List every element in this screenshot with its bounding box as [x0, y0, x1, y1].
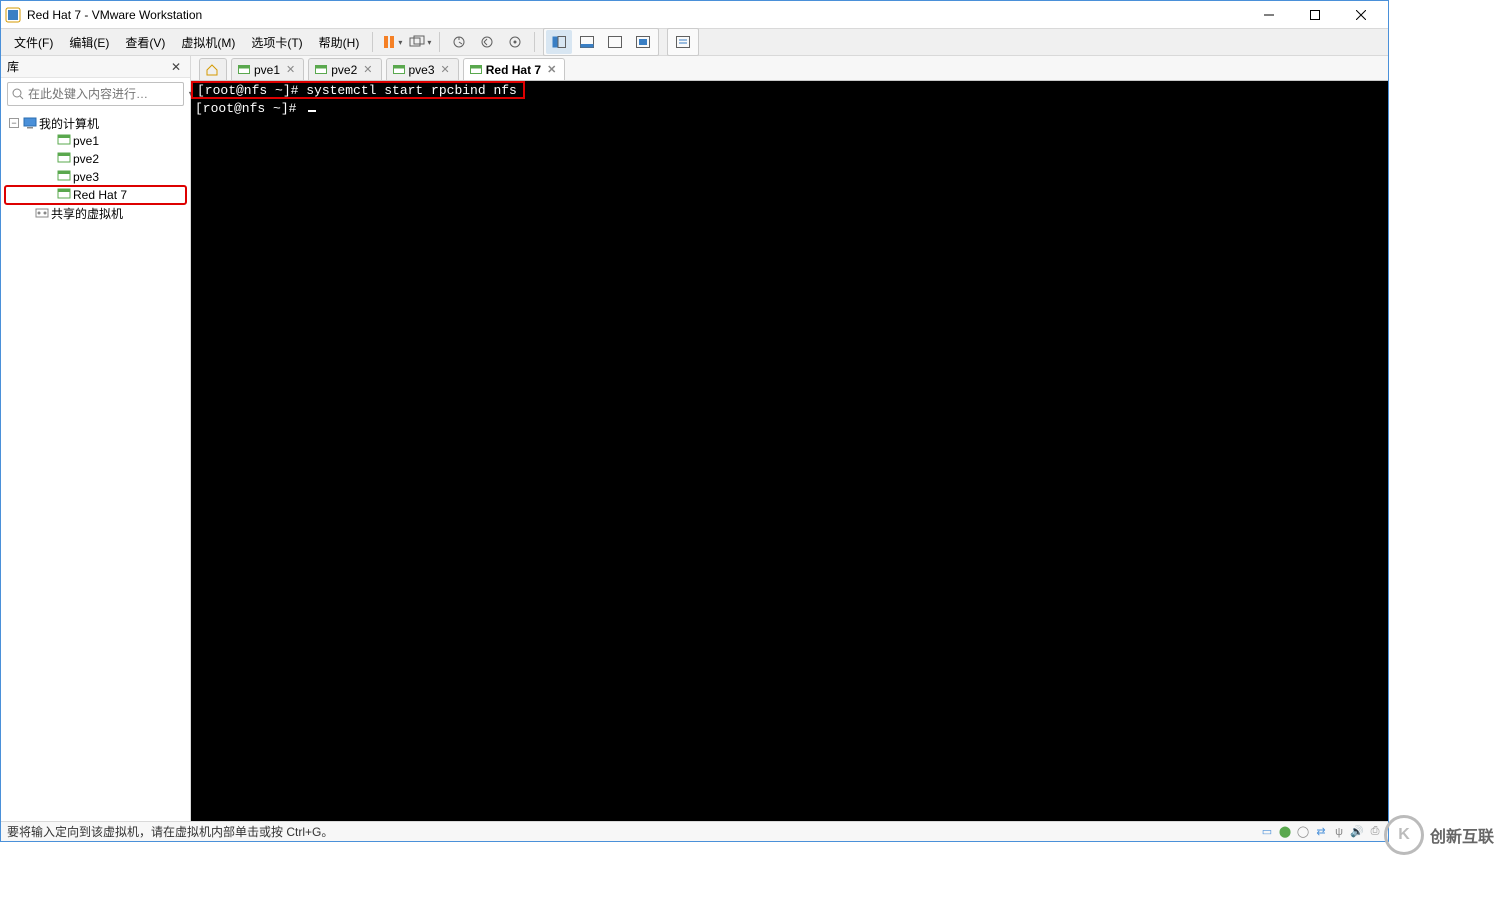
title-bar: Red Hat 7 - VMware Workstation	[1, 1, 1388, 29]
tab-pve1[interactable]: pve1 ✕	[231, 58, 304, 80]
terminal-prompt: [root@nfs ~]#	[195, 101, 304, 116]
menu-view[interactable]: 查看(V)	[118, 30, 172, 55]
terminal-line-highlighted: [root@nfs ~]# systemctl start rpcbind nf…	[191, 81, 525, 99]
tree-item-pve3[interactable]: pve3	[5, 168, 186, 186]
vm-icon	[315, 65, 327, 75]
view-mode-group	[543, 28, 659, 56]
tab-pve3[interactable]: pve3 ✕	[386, 58, 459, 80]
window-title: Red Hat 7 - VMware Workstation	[27, 8, 1246, 22]
menu-tabs[interactable]: 选项卡(T)	[244, 30, 309, 55]
thumbnail-view-button[interactable]	[546, 30, 572, 54]
shared-icon	[35, 207, 49, 219]
disk-status-icon[interactable]: ⬤	[1278, 825, 1292, 839]
sidebar-title: 库	[7, 58, 168, 75]
tree-root-label: 我的计算机	[39, 115, 99, 132]
cd-status-icon[interactable]: ◯	[1296, 825, 1310, 839]
snapshot-manager-button[interactable]	[502, 30, 528, 54]
library-sidebar: 库 ✕ ▼ − 我的计算机 pve1 p	[1, 56, 191, 821]
tree-item-pve1[interactable]: pve1	[5, 132, 186, 150]
app-window: Red Hat 7 - VMware Workstation 文件(F) 编辑(…	[0, 0, 1389, 842]
tab-close-icon[interactable]: ✕	[363, 63, 372, 76]
monitor-status-icon[interactable]: ▭	[1260, 825, 1274, 839]
single-view-button[interactable]	[574, 30, 600, 54]
separator	[372, 32, 373, 52]
status-text: 要将输入定向到该虚拟机，请在虚拟机内部单击或按 Ctrl+G。	[7, 823, 333, 840]
menu-file[interactable]: 文件(F)	[7, 30, 60, 55]
tree-item-pve2[interactable]: pve2	[5, 150, 186, 168]
separator	[534, 32, 535, 52]
cursor-icon	[308, 110, 316, 112]
collapse-icon[interactable]: −	[9, 118, 19, 128]
vm-icon	[393, 65, 405, 75]
vm-icon	[57, 134, 71, 148]
watermark-icon: K	[1384, 815, 1424, 855]
tree-shared-label: 共享的虚拟机	[51, 205, 123, 222]
vmware-app-icon	[5, 7, 21, 23]
printer-status-icon[interactable]: ⎙	[1368, 825, 1382, 839]
status-bar: 要将输入定向到该虚拟机，请在虚拟机内部单击或按 Ctrl+G。 ▭ ⬤ ◯ ⇄ …	[1, 821, 1388, 841]
separator	[439, 32, 440, 52]
terminal-line: [root@nfs ~]#	[195, 101, 316, 116]
tab-close-icon[interactable]: ✕	[441, 63, 450, 76]
sound-status-icon[interactable]: 🔊	[1350, 825, 1364, 839]
window-controls	[1246, 1, 1384, 29]
menu-vm[interactable]: 虚拟机(M)	[174, 30, 242, 55]
tab-label: pve2	[331, 63, 357, 77]
search-icon	[12, 88, 24, 100]
watermark-text: 创新互联	[1430, 823, 1494, 847]
terminal-text: [root@nfs ~]# systemctl start rpcbind nf…	[197, 83, 517, 98]
vm-icon	[57, 170, 71, 184]
tab-pve2[interactable]: pve2 ✕	[308, 58, 381, 80]
console-view-group	[667, 28, 699, 56]
vm-console[interactable]: [root@nfs ~]# systemctl start rpcbind nf…	[191, 81, 1388, 821]
devices-button[interactable]: ▾	[407, 30, 433, 54]
tab-label: Red Hat 7	[486, 63, 541, 77]
vm-icon	[470, 65, 482, 75]
search-input[interactable]	[28, 87, 183, 101]
computer-icon	[23, 117, 37, 129]
close-button[interactable]	[1338, 1, 1384, 29]
tree-shared-vms[interactable]: 共享的虚拟机	[5, 204, 186, 222]
sidebar-close-icon[interactable]: ✕	[168, 60, 184, 74]
vm-icon	[57, 152, 71, 166]
usb-status-icon[interactable]: ψ	[1332, 825, 1346, 839]
status-device-icons: ▭ ⬤ ◯ ⇄ ψ 🔊 ⎙	[1260, 825, 1382, 839]
tab-redhat7[interactable]: Red Hat 7 ✕	[463, 58, 566, 80]
body: 库 ✕ ▼ − 我的计算机 pve1 p	[1, 56, 1388, 821]
show-console-button[interactable]	[670, 30, 696, 54]
tree-item-redhat7[interactable]: Red Hat 7	[5, 186, 186, 204]
tree-root-my-computer[interactable]: − 我的计算机	[5, 114, 186, 132]
library-search[interactable]: ▼	[7, 82, 184, 106]
menu-bar: 文件(F) 编辑(E) 查看(V) 虚拟机(M) 选项卡(T) 帮助(H) ▾ …	[1, 29, 1388, 56]
minimize-button[interactable]	[1246, 1, 1292, 29]
maximize-button[interactable]	[1292, 1, 1338, 29]
menu-edit[interactable]: 编辑(E)	[62, 30, 116, 55]
vm-icon	[238, 65, 250, 75]
vm-icon	[57, 188, 71, 202]
tree-item-label: pve2	[73, 152, 99, 166]
tab-strip: pve1 ✕ pve2 ✕ pve3 ✕ Red Hat 7 ✕	[191, 56, 1388, 81]
tree-item-label: pve3	[73, 170, 99, 184]
tab-label: pve1	[254, 63, 280, 77]
watermark-logo: K 创新互联	[1384, 815, 1494, 855]
tab-close-icon[interactable]: ✕	[286, 63, 295, 76]
unity-button[interactable]	[630, 30, 656, 54]
library-tree: − 我的计算机 pve1 pve2 pve3	[1, 110, 190, 821]
revert-snapshot-button[interactable]	[474, 30, 500, 54]
pause-button[interactable]: ▾	[379, 30, 405, 54]
fullscreen-button[interactable]	[602, 30, 628, 54]
main-area: pve1 ✕ pve2 ✕ pve3 ✕ Red Hat 7 ✕	[191, 56, 1388, 821]
tab-home[interactable]	[199, 58, 227, 80]
tree-item-label: pve1	[73, 134, 99, 148]
tab-label: pve3	[409, 63, 435, 77]
home-icon	[205, 64, 219, 76]
tab-close-icon[interactable]: ✕	[547, 63, 556, 76]
sidebar-header: 库 ✕	[1, 56, 190, 78]
tree-item-label: Red Hat 7	[73, 188, 127, 202]
network-status-icon[interactable]: ⇄	[1314, 825, 1328, 839]
menu-help[interactable]: 帮助(H)	[312, 30, 367, 55]
snapshot-button[interactable]	[446, 30, 472, 54]
